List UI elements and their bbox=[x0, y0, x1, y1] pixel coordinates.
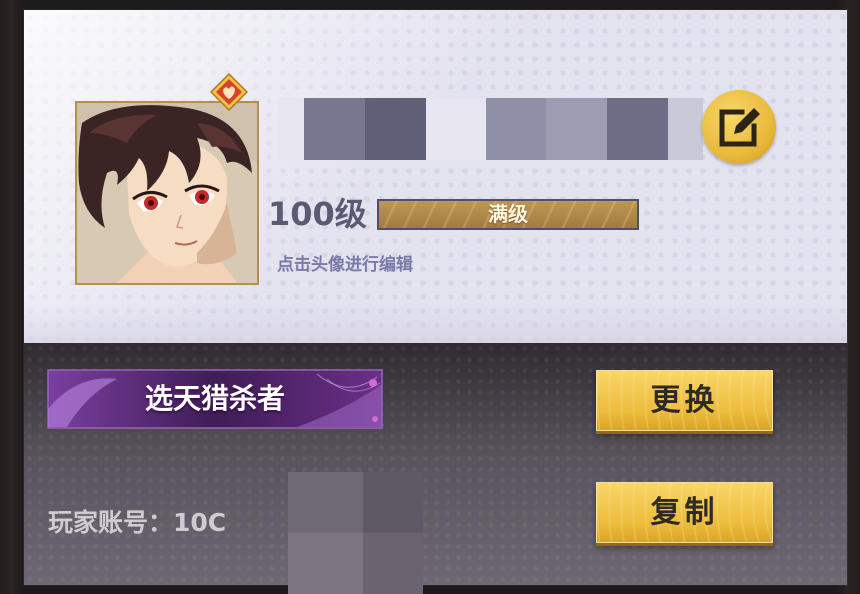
player-name-mosaic bbox=[278, 98, 703, 160]
account-id-mosaic bbox=[278, 472, 434, 594]
player-account: 玩家账号：10C bbox=[48, 505, 226, 541]
copy-account-button-label: 复制 bbox=[650, 495, 719, 530]
avatar-edit-hint: 点击头像进行编辑 bbox=[277, 255, 413, 275]
change-title-button-label: 更换 bbox=[650, 383, 719, 418]
account-label: 玩家账号： bbox=[48, 508, 174, 537]
edit-name-button[interactable] bbox=[702, 90, 776, 164]
account-id-visible: 10C bbox=[173, 508, 227, 537]
player-avatar[interactable] bbox=[75, 101, 259, 285]
change-title-button[interactable]: 更换 bbox=[596, 370, 773, 431]
player-title-banner[interactable]: 选天猎杀者 bbox=[47, 369, 383, 429]
level-progress-label: 满级 bbox=[488, 202, 528, 226]
avatar-frame-badge-icon bbox=[209, 72, 249, 112]
edit-pencil-icon bbox=[719, 108, 760, 147]
copy-account-button[interactable]: 复制 bbox=[596, 482, 773, 543]
player-level: 100级 bbox=[268, 195, 367, 233]
level-progress-bar: 满级 bbox=[377, 199, 639, 230]
player-title-label: 选天猎杀者 bbox=[144, 382, 285, 415]
avatar-portrait bbox=[77, 103, 257, 283]
